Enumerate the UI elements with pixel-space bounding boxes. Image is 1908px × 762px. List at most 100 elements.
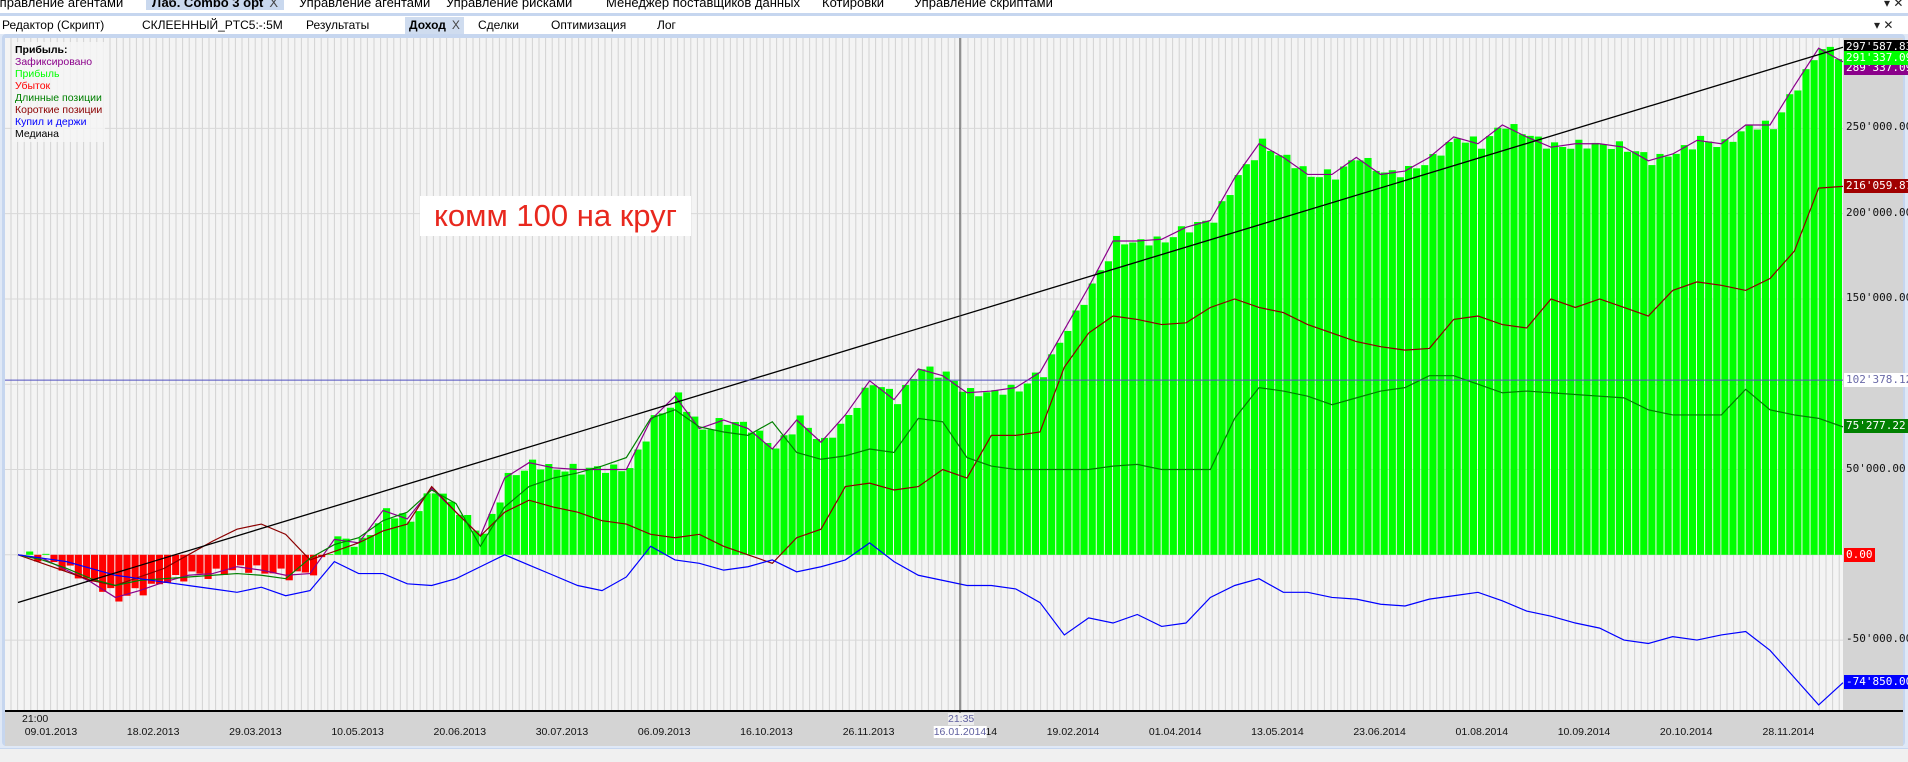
profit-bar bbox=[707, 429, 715, 555]
x-date-label: 28.11.2014 bbox=[1762, 726, 1815, 738]
profit-bar bbox=[1583, 148, 1591, 555]
x-date-label: 19.02.2014 bbox=[1046, 726, 1100, 738]
loss-bar bbox=[220, 554, 228, 575]
loss-bar bbox=[196, 554, 204, 574]
x-date-label: 13.05.2014 bbox=[1251, 726, 1304, 738]
profit-bar bbox=[1129, 242, 1137, 555]
loss-bar bbox=[131, 554, 139, 589]
profit-bar bbox=[934, 377, 942, 555]
profit-bar bbox=[1542, 148, 1550, 555]
profit-bar bbox=[1040, 377, 1048, 555]
profit-bar bbox=[1551, 142, 1559, 555]
profit-bar bbox=[593, 466, 601, 555]
profit-bar bbox=[780, 435, 788, 555]
legend-item: Медиана bbox=[15, 128, 59, 140]
value-badge: 216'059.87 bbox=[1844, 179, 1908, 194]
profit-bar bbox=[869, 385, 877, 555]
profit-bar bbox=[1494, 127, 1502, 555]
profit-bar bbox=[1194, 221, 1202, 555]
profit-bar bbox=[1794, 90, 1802, 555]
profit-bar bbox=[1315, 177, 1323, 555]
x-date-label: 29.03.2013 bbox=[229, 726, 282, 738]
profit-bar bbox=[885, 388, 893, 555]
profit-bar bbox=[1088, 283, 1096, 555]
profit-bar bbox=[423, 493, 431, 555]
profit-bar bbox=[894, 404, 902, 555]
legend-item: Длинные позиции bbox=[15, 92, 102, 104]
profit-bar bbox=[1031, 372, 1039, 555]
profit-bar bbox=[715, 418, 723, 555]
profit-bar bbox=[1015, 391, 1023, 555]
x-date-label: 16.10.2013 bbox=[740, 726, 793, 738]
profit-bar bbox=[1534, 136, 1542, 555]
loss-bar bbox=[277, 554, 285, 569]
profit-bar bbox=[796, 415, 804, 555]
profit-bar bbox=[942, 371, 950, 555]
loss-bar bbox=[212, 554, 220, 569]
profit-bar bbox=[1396, 177, 1404, 555]
profit-bar bbox=[1372, 170, 1380, 555]
profit-bar bbox=[1615, 141, 1623, 555]
profit-bar bbox=[1826, 46, 1834, 555]
profit-bar bbox=[1802, 69, 1810, 555]
profit-bar bbox=[1210, 222, 1218, 555]
profit-bar bbox=[1445, 142, 1453, 555]
profit-bar bbox=[1567, 148, 1575, 555]
profit-bar bbox=[1469, 136, 1477, 555]
profit-bar bbox=[1591, 142, 1599, 555]
profit-bar bbox=[1664, 156, 1672, 555]
x-date-label: 10.05.2013 bbox=[331, 726, 384, 738]
profit-bar bbox=[748, 432, 756, 555]
x-time-label: 21:00 bbox=[22, 713, 49, 725]
profit-bar bbox=[1145, 245, 1153, 555]
y-tick-label: 250'000.00 bbox=[1846, 120, 1908, 134]
profit-bar bbox=[1348, 160, 1356, 555]
legend-item: Короткие позиции bbox=[15, 104, 103, 116]
profit-bar bbox=[1186, 232, 1194, 555]
profit-bar bbox=[1096, 270, 1104, 555]
profit-bar bbox=[1810, 60, 1818, 555]
loss-bar bbox=[123, 554, 131, 596]
income-chart[interactable] bbox=[0, 0, 1908, 761]
profit-bar bbox=[626, 468, 634, 555]
x-date-label: 09.01.2013 bbox=[24, 726, 78, 738]
loss-bar bbox=[99, 554, 107, 592]
profit-bar bbox=[1291, 168, 1299, 555]
legend-item: Зафиксировано bbox=[15, 56, 93, 68]
profit-bar bbox=[1770, 129, 1778, 555]
legend-title: Прибыль: bbox=[15, 44, 68, 56]
profit-bar bbox=[1169, 237, 1177, 555]
profit-bar bbox=[1705, 141, 1713, 555]
profit-bar bbox=[1680, 145, 1688, 555]
profit-bar bbox=[1713, 147, 1721, 555]
profit-bar bbox=[1177, 226, 1185, 555]
profit-bar bbox=[1121, 244, 1129, 555]
profit-bar bbox=[999, 394, 1007, 555]
profit-bar bbox=[407, 521, 415, 555]
x-date-label: 26.11.2013 bbox=[842, 726, 895, 738]
profit-bar bbox=[618, 471, 626, 555]
loss-bar bbox=[188, 554, 196, 572]
profit-bar bbox=[1104, 261, 1112, 555]
profit-bar bbox=[1786, 94, 1794, 555]
profit-bar bbox=[1388, 170, 1396, 555]
y-tick-label: 150'000.00 bbox=[1846, 290, 1908, 304]
profit-bar bbox=[918, 369, 926, 555]
profit-bar bbox=[1259, 138, 1267, 555]
profit-bar bbox=[1575, 139, 1583, 555]
loss-bar bbox=[269, 554, 277, 574]
y-tick-label: 50'000.00 bbox=[1846, 461, 1906, 475]
profit-bar bbox=[488, 513, 496, 555]
loss-bar bbox=[245, 554, 253, 573]
loss-bar bbox=[66, 554, 74, 566]
loss-bar bbox=[50, 554, 58, 563]
profit-bar bbox=[602, 472, 610, 555]
profit-bar bbox=[1437, 155, 1445, 555]
profit-bar bbox=[504, 472, 512, 555]
value-badge: 0.00 bbox=[1844, 547, 1875, 562]
profit-bar bbox=[1307, 176, 1315, 555]
profit-bar bbox=[1656, 153, 1664, 555]
status-bar bbox=[0, 748, 1908, 762]
legend-item: Купил и держи bbox=[15, 116, 87, 128]
profit-bar bbox=[42, 553, 50, 555]
